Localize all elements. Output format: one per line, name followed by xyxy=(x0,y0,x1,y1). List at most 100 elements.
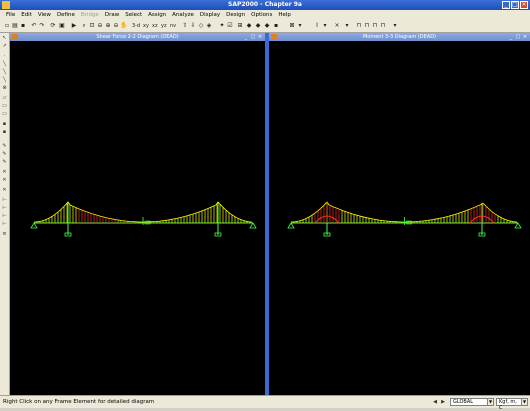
pane-close-icon[interactable]: × xyxy=(522,34,528,40)
pane-minimize-icon[interactable]: _ xyxy=(243,34,249,40)
show-reactions-icon[interactable]: ▪ xyxy=(272,22,280,30)
draw-frame-line-icon[interactable]: ╲ xyxy=(1,77,8,84)
draw-link-icon[interactable]: ⊗ xyxy=(1,85,8,92)
menu-define[interactable]: Define xyxy=(54,12,78,18)
pane-minimize-icon[interactable]: _ xyxy=(508,34,514,40)
draw-poly-area-icon[interactable]: ▱ xyxy=(1,95,8,102)
view-yz-button[interactable]: yz xyxy=(161,22,167,30)
snap-lines-icon[interactable]: ⊢ xyxy=(1,205,8,212)
extrude-icon[interactable]: ≡ xyxy=(1,231,8,238)
run-analysis-icon[interactable]: ▶ xyxy=(70,22,78,30)
show-forces-icon[interactable]: ◆ xyxy=(254,22,262,30)
close-button[interactable]: × xyxy=(520,1,528,9)
show-undeformed-icon[interactable]: ⊞ xyxy=(236,22,244,30)
perspective-icon[interactable]: ◇ xyxy=(197,22,205,30)
units-value: Kgf, m, C xyxy=(499,399,517,411)
shear-force-diagram[interactable] xyxy=(10,41,265,395)
open-folder-icon[interactable]: ▤ xyxy=(11,22,19,30)
menu-draw[interactable]: Draw xyxy=(102,12,122,18)
clear-selection-icon[interactable]: ✎ xyxy=(1,159,8,166)
reshape-icon[interactable]: ↗ xyxy=(1,43,8,50)
minimize-button[interactable]: _ xyxy=(502,1,510,9)
menu-options[interactable]: Options xyxy=(248,12,275,18)
shadow-icon[interactable]: ◈ xyxy=(205,22,213,30)
menu-design[interactable]: Design xyxy=(223,12,248,18)
x-axis-icon[interactable]: × xyxy=(333,22,341,30)
units-select[interactable]: Kgf, m, C xyxy=(496,398,522,411)
pane-controls: _ □ × xyxy=(508,34,528,40)
save-icon[interactable]: ▪ xyxy=(19,22,27,30)
restore-full-view-icon[interactable]: ⊡ xyxy=(88,22,96,30)
dropdown-arrow-icon[interactable]: ▾ xyxy=(321,22,329,30)
new-file-icon[interactable]: ▫ xyxy=(3,22,11,30)
draw-area-icon[interactable]: ⊓ xyxy=(371,22,379,30)
draw-frame-icon[interactable]: ⊓ xyxy=(355,22,363,30)
lock-icon[interactable]: ▣ xyxy=(58,22,66,30)
show-deformed-icon[interactable]: ◆ xyxy=(245,22,253,30)
get-previous-selection-icon[interactable]: ✎ xyxy=(1,151,8,158)
pane-restore-icon[interactable]: □ xyxy=(515,34,521,40)
snap-joints-icon[interactable]: ✕ xyxy=(1,169,8,176)
menu-select[interactable]: Select xyxy=(122,12,145,18)
snap-midpoints-icon[interactable]: ✕ xyxy=(1,177,8,184)
draw-frame-line-icon[interactable]: ╲ xyxy=(1,69,8,76)
pane-close-icon[interactable]: × xyxy=(257,34,263,40)
maximize-button[interactable]: □ xyxy=(511,1,519,9)
menu-help[interactable]: Help xyxy=(275,12,294,18)
quick-draw-area-icon[interactable]: ▭ xyxy=(1,111,8,118)
zoom-previous-icon[interactable]: ⊖ xyxy=(96,22,104,30)
refresh-icon[interactable]: ⟳ xyxy=(49,22,57,30)
end-support xyxy=(30,222,38,229)
pan-icon[interactable]: ✋ xyxy=(120,22,128,30)
nav-first-icon[interactable]: ◀ xyxy=(432,399,438,405)
menu-assign[interactable]: Assign xyxy=(145,12,169,18)
menu-analyze[interactable]: Analyze xyxy=(169,12,197,18)
view-xz-button[interactable]: xz xyxy=(152,22,158,30)
zoom-in-icon[interactable]: ⊕ xyxy=(104,22,112,30)
object-shrink-icon[interactable]: ✦ xyxy=(218,22,226,30)
draw-section-cut-icon[interactable]: ▪ xyxy=(1,129,8,136)
snap-fine-grid-icon[interactable]: ⊢ xyxy=(1,213,8,220)
menu-display[interactable]: Display xyxy=(197,12,223,18)
draw-joint-icon[interactable]: · xyxy=(1,53,8,60)
view-xy-button[interactable]: xy xyxy=(143,22,149,30)
draw-solid-icon[interactable]: ▪ xyxy=(1,121,8,128)
menu-view[interactable]: View xyxy=(35,12,54,18)
draw-rect-area-icon[interactable]: ▭ xyxy=(1,103,8,110)
dropdown-arrow-icon[interactable]: ▾ xyxy=(391,22,399,30)
chevron-down-icon[interactable]: ▼ xyxy=(521,398,528,406)
draw-frame-line-icon[interactable]: ╲ xyxy=(1,61,8,68)
redo-icon[interactable]: ↷ xyxy=(38,22,46,30)
undo-icon[interactable]: ↶ xyxy=(30,22,38,30)
moment-pane[interactable]: Moment 3-3 Diagram (DEAD) _ □ × xyxy=(269,33,530,395)
menu-edit[interactable]: Edit xyxy=(18,12,35,18)
show-virtual-work-icon[interactable]: ⊠ xyxy=(288,22,296,30)
pane-restore-icon[interactable]: □ xyxy=(250,34,256,40)
set-display-options-icon[interactable]: ☑ xyxy=(226,22,234,30)
moment-diagram[interactable] xyxy=(269,41,530,395)
snap-grid-icon[interactable]: ⊢ xyxy=(1,221,8,228)
draw-cable-icon[interactable]: ⊓ xyxy=(363,22,371,30)
rubber-band-zoom-icon[interactable]: ⌕ xyxy=(80,22,88,30)
shear-force-pane[interactable]: Shear Force 2-2 Diagram (DEAD) _ □ × xyxy=(10,33,265,395)
rotate-down-icon[interactable]: ⇩ xyxy=(189,22,197,30)
snap-intersections-icon[interactable]: ✕ xyxy=(1,187,8,194)
dropdown-arrow-icon[interactable]: ▾ xyxy=(343,22,351,30)
text-cursor-icon[interactable]: I xyxy=(313,22,321,30)
view-nv-button[interactable]: nv xyxy=(170,22,176,30)
zoom-out-icon[interactable]: ⊖ xyxy=(112,22,120,30)
view-3d-button[interactable]: 3-d xyxy=(132,22,140,30)
menu-bridge[interactable]: Bridge xyxy=(78,12,102,18)
dropdown-arrow-icon[interactable]: ▾ xyxy=(296,22,304,30)
pointer-icon[interactable]: ↖ xyxy=(1,35,8,42)
coord-system-select[interactable]: GLOBAL xyxy=(450,398,488,406)
end-support xyxy=(249,222,257,229)
draw-section-icon[interactable]: ⊓ xyxy=(379,22,387,30)
nav-next-icon[interactable]: ▶ xyxy=(440,399,446,405)
snap-perpendicular-icon[interactable]: ⊢ xyxy=(1,197,8,204)
rotate-up-icon[interactable]: ⇧ xyxy=(181,22,189,30)
chevron-down-icon[interactable]: ▼ xyxy=(487,398,494,406)
select-all-icon[interactable]: ✎ xyxy=(1,143,8,150)
show-stresses-icon[interactable]: ◆ xyxy=(263,22,271,30)
menu-file[interactable]: File xyxy=(3,12,18,18)
